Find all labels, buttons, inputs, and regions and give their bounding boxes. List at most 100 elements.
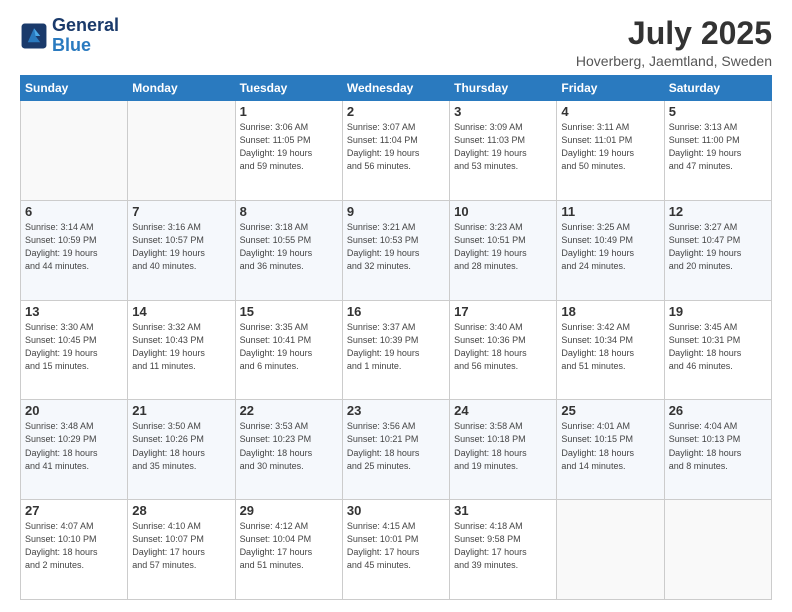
day-number: 31 [454,503,552,518]
day-number: 5 [669,104,767,119]
day-number: 2 [347,104,445,119]
day-number: 29 [240,503,338,518]
calendar-cell: 30Sunrise: 4:15 AM Sunset: 10:01 PM Dayl… [342,500,449,600]
day-number: 25 [561,403,659,418]
day-info: Sunrise: 3:53 AM Sunset: 10:23 PM Daylig… [240,420,338,472]
day-info: Sunrise: 3:48 AM Sunset: 10:29 PM Daylig… [25,420,123,472]
day-number: 20 [25,403,123,418]
calendar-cell: 25 Sunrise: 4:01 AM Sunset: 10:15 PM Dayl… [557,400,664,500]
header: General Blue July 2025 Hoverberg, Jaemtl… [20,16,772,69]
calendar-header-monday: Monday [128,76,235,101]
day-info: Sunrise: 3:07 AM Sunset: 11:04 PM Daylig… [347,121,445,173]
calendar-cell: 17 Sunrise: 3:40 AM Sunset: 10:36 PM Dayl… [450,300,557,400]
calendar-cell: 1 Sunrise: 3:06 AM Sunset: 11:05 PM Dayli… [235,101,342,201]
calendar-cell: 6 Sunrise: 3:14 AM Sunset: 10:59 PM Dayli… [21,200,128,300]
day-info: Sunrise: 3:37 AM Sunset: 10:39 PM Daylig… [347,321,445,373]
day-number: 7 [132,204,230,219]
day-number: 10 [454,204,552,219]
day-number: 19 [669,304,767,319]
calendar-header-row: SundayMondayTuesdayWednesdayThursdayFrid… [21,76,772,101]
day-number: 24 [454,403,552,418]
calendar-week-row: 27 Sunrise: 4:07 AM Sunset: 10:10 PM Dayl… [21,500,772,600]
calendar-cell: 23Sunrise: 3:56 AM Sunset: 10:21 PM Dayl… [342,400,449,500]
logo-line1: General [52,16,119,36]
day-info: Sunrise: 3:11 AM Sunset: 11:01 PM Daylig… [561,121,659,173]
calendar-week-row: 1 Sunrise: 3:06 AM Sunset: 11:05 PM Dayli… [21,101,772,201]
calendar-cell: 22 Sunrise: 3:53 AM Sunset: 10:23 PM Dayl… [235,400,342,500]
day-number: 15 [240,304,338,319]
calendar-cell: 18 Sunrise: 3:42 AM Sunset: 10:34 PM Dayl… [557,300,664,400]
calendar-cell: 27 Sunrise: 4:07 AM Sunset: 10:10 PM Dayl… [21,500,128,600]
calendar-cell: 7 Sunrise: 3:16 AM Sunset: 10:57 PM Dayli… [128,200,235,300]
day-number: 22 [240,403,338,418]
calendar-header-thursday: Thursday [450,76,557,101]
day-number: 1 [240,104,338,119]
day-info: Sunrise: 3:30 AM Sunset: 10:45 PM Daylig… [25,321,123,373]
day-number: 11 [561,204,659,219]
day-info: Sunrise: 4:18 AM Sunset: 9:58 PM Dayligh… [454,520,552,572]
calendar-cell: 12 Sunrise: 3:27 AM Sunset: 10:47 PM Dayl… [664,200,771,300]
day-info: Sunrise: 3:18 AM Sunset: 10:55 PM Daylig… [240,221,338,273]
calendar-header-friday: Friday [557,76,664,101]
calendar-header-saturday: Saturday [664,76,771,101]
calendar-cell: 4 Sunrise: 3:11 AM Sunset: 11:01 PM Dayli… [557,101,664,201]
day-number: 30 [347,503,445,518]
day-info: Sunrise: 3:50 AM Sunset: 10:26 PM Daylig… [132,420,230,472]
calendar-cell: 9 Sunrise: 3:21 AM Sunset: 10:53 PM Dayli… [342,200,449,300]
calendar-cell: 14 Sunrise: 3:32 AM Sunset: 10:43 PM Dayl… [128,300,235,400]
day-info: Sunrise: 4:04 AM Sunset: 10:13 PM Daylig… [669,420,767,472]
day-number: 4 [561,104,659,119]
day-number: 6 [25,204,123,219]
day-info: Sunrise: 3:45 AM Sunset: 10:31 PM Daylig… [669,321,767,373]
day-info: Sunrise: 4:10 AM Sunset: 10:07 PM Daylig… [132,520,230,572]
calendar-cell: 29 Sunrise: 4:12 AM Sunset: 10:04 PM Dayl… [235,500,342,600]
day-info: Sunrise: 3:32 AM Sunset: 10:43 PM Daylig… [132,321,230,373]
day-info: Sunrise: 3:58 AM Sunset: 10:18 PM Daylig… [454,420,552,472]
day-info: Sunrise: 3:09 AM Sunset: 11:03 PM Daylig… [454,121,552,173]
calendar-cell: 20 Sunrise: 3:48 AM Sunset: 10:29 PM Dayl… [21,400,128,500]
calendar-cell: 3Sunrise: 3:09 AM Sunset: 11:03 PM Dayli… [450,101,557,201]
logo: General Blue [20,16,119,56]
calendar-cell: 28Sunrise: 4:10 AM Sunset: 10:07 PM Dayl… [128,500,235,600]
calendar-cell: 2 Sunrise: 3:07 AM Sunset: 11:04 PM Dayli… [342,101,449,201]
day-number: 13 [25,304,123,319]
calendar-cell: 13 Sunrise: 3:30 AM Sunset: 10:45 PM Dayl… [21,300,128,400]
day-info: Sunrise: 4:12 AM Sunset: 10:04 PM Daylig… [240,520,338,572]
month-title: July 2025 [576,16,772,51]
day-number: 17 [454,304,552,319]
day-info: Sunrise: 3:23 AM Sunset: 10:51 PM Daylig… [454,221,552,273]
day-info: Sunrise: 3:21 AM Sunset: 10:53 PM Daylig… [347,221,445,273]
logo-text: General Blue [52,16,119,56]
day-number: 26 [669,403,767,418]
day-info: Sunrise: 3:42 AM Sunset: 10:34 PM Daylig… [561,321,659,373]
day-info: Sunrise: 3:25 AM Sunset: 10:49 PM Daylig… [561,221,659,273]
calendar-cell: 21Sunrise: 3:50 AM Sunset: 10:26 PM Dayl… [128,400,235,500]
day-number: 16 [347,304,445,319]
day-info: Sunrise: 3:13 AM Sunset: 11:00 PM Daylig… [669,121,767,173]
day-number: 9 [347,204,445,219]
day-info: Sunrise: 3:40 AM Sunset: 10:36 PM Daylig… [454,321,552,373]
calendar-cell [128,101,235,201]
location: Hoverberg, Jaemtland, Sweden [576,53,772,69]
day-number: 18 [561,304,659,319]
calendar-week-row: 20 Sunrise: 3:48 AM Sunset: 10:29 PM Dayl… [21,400,772,500]
day-info: Sunrise: 3:06 AM Sunset: 11:05 PM Daylig… [240,121,338,173]
calendar-cell: 31 Sunrise: 4:18 AM Sunset: 9:58 PM Dayli… [450,500,557,600]
calendar-header-sunday: Sunday [21,76,128,101]
calendar-header-wednesday: Wednesday [342,76,449,101]
calendar-cell [557,500,664,600]
day-info: Sunrise: 3:14 AM Sunset: 10:59 PM Daylig… [25,221,123,273]
calendar-cell: 8Sunrise: 3:18 AM Sunset: 10:55 PM Dayli… [235,200,342,300]
day-info: Sunrise: 4:01 AM Sunset: 10:15 PM Daylig… [561,420,659,472]
day-info: Sunrise: 3:16 AM Sunset: 10:57 PM Daylig… [132,221,230,273]
day-number: 23 [347,403,445,418]
page: General Blue July 2025 Hoverberg, Jaemtl… [0,0,792,612]
day-info: Sunrise: 4:07 AM Sunset: 10:10 PM Daylig… [25,520,123,572]
day-number: 27 [25,503,123,518]
day-number: 14 [132,304,230,319]
calendar-cell: 26 Sunrise: 4:04 AM Sunset: 10:13 PM Dayl… [664,400,771,500]
calendar-cell: 15Sunrise: 3:35 AM Sunset: 10:41 PM Dayl… [235,300,342,400]
day-number: 12 [669,204,767,219]
day-info: Sunrise: 3:27 AM Sunset: 10:47 PM Daylig… [669,221,767,273]
calendar-cell: 24 Sunrise: 3:58 AM Sunset: 10:18 PM Dayl… [450,400,557,500]
